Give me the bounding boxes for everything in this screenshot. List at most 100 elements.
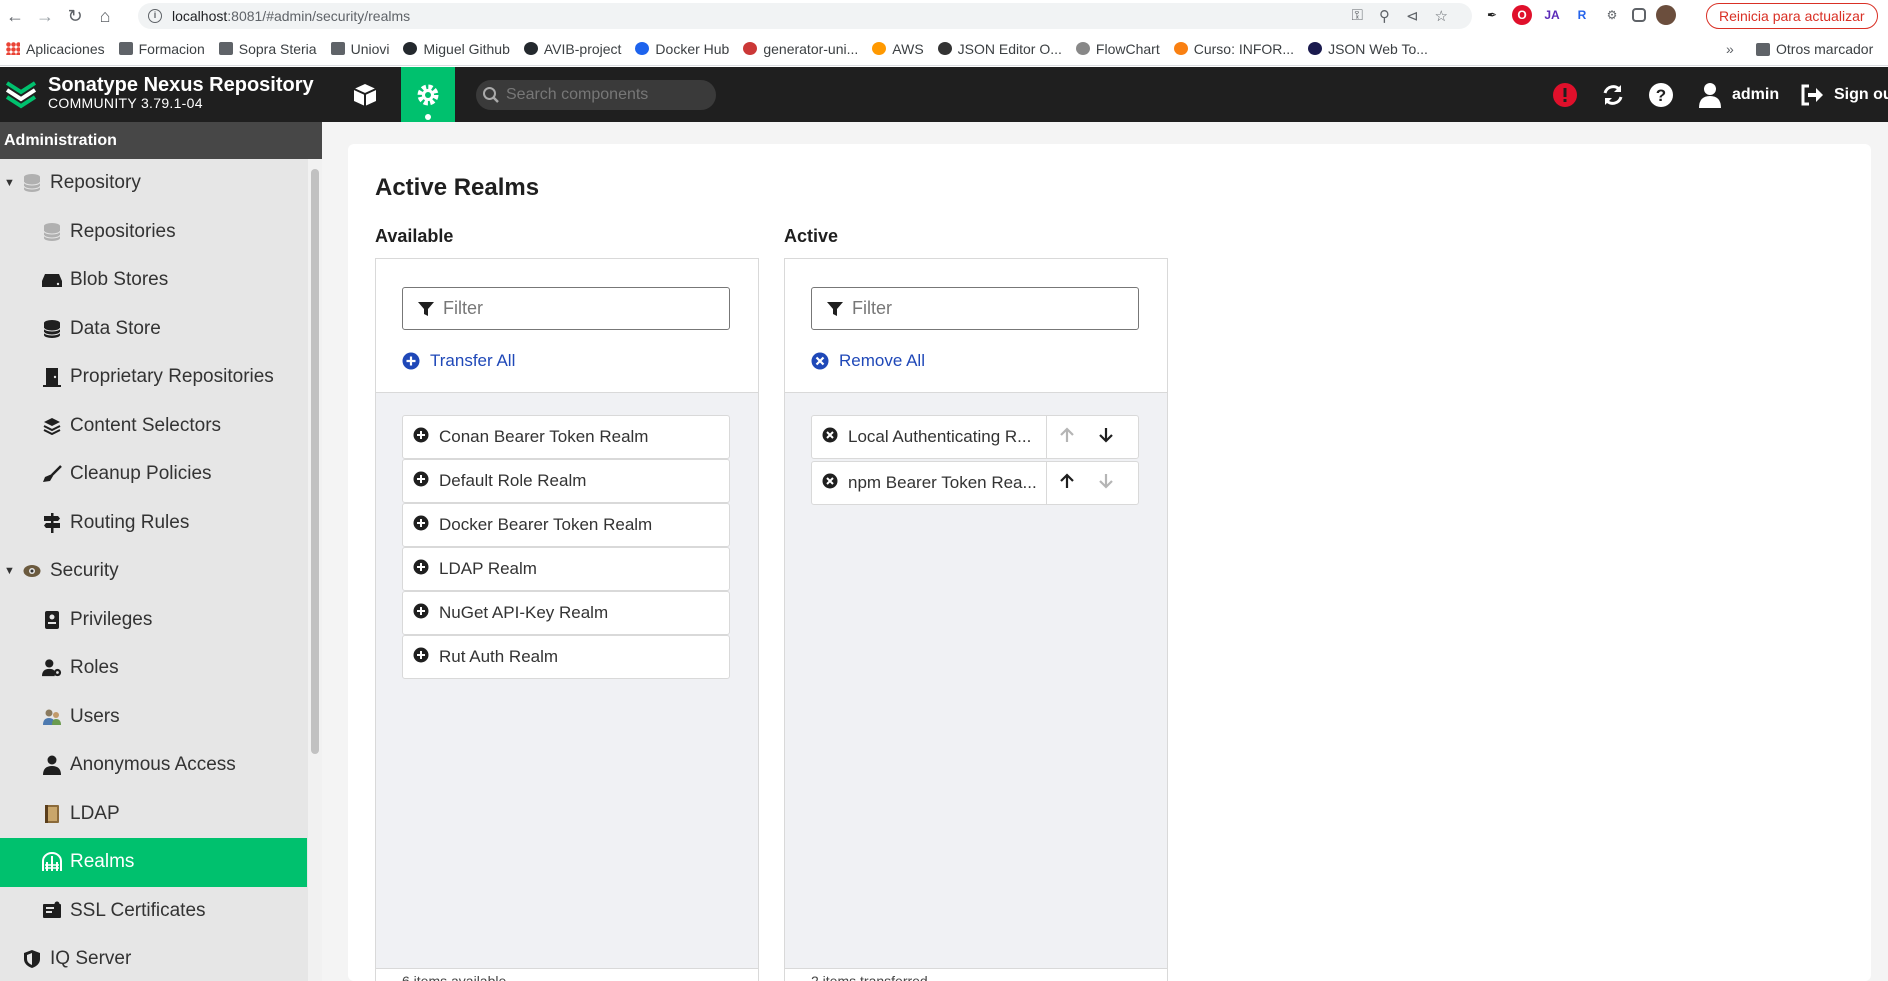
plus-circle-icon[interactable] — [413, 559, 429, 580]
sidebar-item-data-store[interactable]: Data Store — [0, 305, 307, 354]
plus-circle-icon[interactable] — [413, 471, 429, 492]
plus-circle-icon[interactable] — [413, 427, 429, 448]
share-icon[interactable]: ⊲ — [1406, 7, 1419, 25]
sign-out-button[interactable]: Sign out — [1800, 67, 1888, 122]
sidepanel-icon[interactable] — [1632, 8, 1646, 22]
admin-mode-button[interactable] — [401, 67, 455, 122]
sidebar-item-content-selectors[interactable]: Content Selectors — [0, 402, 307, 451]
remove-circle-icon[interactable] — [822, 473, 838, 494]
plus-circle-icon[interactable] — [413, 515, 429, 536]
sidebar-item-privileges[interactable]: Privileges — [0, 596, 307, 645]
caret-down-icon[interactable]: ▼ — [4, 565, 15, 577]
caret-down-icon[interactable]: ▼ — [4, 177, 15, 189]
address-bar[interactable]: i localhost:8081/#admin/security/realms — [138, 3, 1472, 29]
available-realm-item[interactable]: Docker Bearer Token Realm — [402, 503, 730, 547]
bookmark-item[interactable]: Docker Hub — [635, 41, 729, 57]
database-icon — [42, 222, 62, 242]
sidebar-item-proprietary-repositories[interactable]: Proprietary Repositories — [0, 353, 307, 402]
bookmark-item[interactable]: AVIB-project — [523, 41, 621, 57]
users-icon — [42, 707, 62, 727]
sidebar-item-repository[interactable]: ▼ Repository — [0, 159, 307, 208]
available-realms-panel: Transfer All Conan Bearer Token Realm Def… — [375, 258, 759, 981]
active-filter[interactable] — [811, 287, 1139, 330]
available-filter-input[interactable] — [443, 298, 713, 319]
bookmark-item[interactable]: Curso: INFOR... — [1173, 41, 1294, 57]
refresh-button[interactable] — [1600, 67, 1626, 122]
sidebar-item-label: Cleanup Policies — [70, 463, 212, 485]
sidebar-item-cleanup-policies[interactable]: Cleanup Policies — [0, 450, 307, 499]
bookmark-label: JSON Editor O... — [957, 40, 1062, 57]
eyedropper-extension-icon[interactable]: ✒ — [1482, 5, 1502, 25]
opera-extension-icon[interactable]: O — [1512, 5, 1532, 25]
help-button[interactable]: ? — [1648, 67, 1674, 122]
bookmark-item[interactable]: JSON Editor O... — [937, 40, 1062, 57]
move-down-button[interactable] — [1086, 462, 1126, 504]
back-icon[interactable]: ← — [0, 0, 30, 32]
plus-circle-icon[interactable] — [413, 603, 429, 624]
user-menu[interactable]: admin — [1698, 67, 1779, 122]
reload-icon[interactable]: ↻ — [60, 0, 90, 32]
alert-icon — [1553, 82, 1577, 107]
sidebar-item-users[interactable]: Users — [0, 693, 307, 742]
move-up-button[interactable] — [1046, 416, 1086, 458]
available-filter[interactable] — [402, 287, 730, 330]
remove-circle-icon[interactable] — [822, 427, 838, 448]
active-realm-item[interactable]: Local Authenticating R... — [811, 415, 1139, 459]
bookmark-star-icon[interactable]: ☆ — [1435, 7, 1448, 25]
bookmark-item[interactable]: FlowChart — [1075, 41, 1160, 57]
available-realm-item[interactable]: Rut Auth Realm — [402, 635, 730, 679]
puzzle-extension-icon[interactable]: ⚙ — [1602, 5, 1622, 25]
key-icon[interactable]: ⚿ — [1352, 7, 1363, 25]
bookmark-item[interactable]: Sopra Steria — [218, 41, 317, 57]
r-extension-icon[interactable]: R — [1572, 5, 1592, 25]
available-realm-item[interactable]: NuGet API-Key Realm — [402, 591, 730, 635]
profile-avatar[interactable] — [1656, 5, 1676, 25]
update-browser-button[interactable]: Reinicia para actualizar — [1706, 3, 1878, 29]
sidebar-item-iq-server[interactable]: IQ Server — [0, 935, 307, 981]
bookmarks-overflow-button[interactable]: » — [1726, 41, 1734, 57]
available-realm-item[interactable]: Conan Bearer Token Realm — [402, 415, 730, 459]
forward-icon[interactable]: → — [30, 0, 60, 32]
sidebar-item-ssl-certificates[interactable]: SSL Certificates — [0, 887, 307, 936]
bookmark-item[interactable]: Formacion — [118, 41, 205, 57]
bookmark-item[interactable]: JSON Web To... — [1308, 41, 1428, 57]
url-text[interactable]: localhost:8081/#admin/security/realms — [172, 8, 410, 24]
system-alert-button[interactable] — [1552, 67, 1578, 122]
sidebar-item-blob-stores[interactable]: Blob Stores — [0, 256, 307, 305]
home-icon[interactable]: ⌂ — [90, 0, 120, 32]
available-realm-item[interactable]: Default Role Realm — [402, 459, 730, 503]
sidebar-item-roles[interactable]: Roles — [0, 644, 307, 693]
bookmark-item[interactable]: AWS — [872, 41, 924, 57]
sidebar-item-anonymous-access[interactable]: Anonymous Access — [0, 741, 307, 790]
sidebar-item-repositories[interactable]: Repositories — [0, 208, 307, 257]
sidebar-item-security[interactable]: ▼ Security — [0, 547, 307, 596]
other-bookmarks-folder[interactable]: Otros marcador — [1756, 32, 1873, 65]
browse-mode-button[interactable] — [338, 67, 392, 122]
active-realm-item[interactable]: npm Bearer Token Rea... — [811, 461, 1139, 505]
bookmark-item[interactable]: Uniovi — [330, 41, 389, 57]
remove-all-button[interactable]: Remove All — [811, 351, 925, 371]
search-components[interactable] — [476, 80, 716, 110]
jira-extension-icon[interactable]: JA — [1542, 5, 1562, 25]
sidebar-scroll-thumb[interactable] — [311, 169, 319, 754]
plus-circle-icon — [402, 352, 420, 370]
bookmark-item[interactable]: Aplicaciones — [6, 41, 105, 57]
bookmark-item[interactable]: generator-uni... — [743, 41, 858, 57]
sidebar-item-label: Users — [70, 705, 120, 727]
bookmark-item[interactable]: Miguel Github — [403, 41, 510, 57]
active-filter-input[interactable] — [852, 298, 1122, 319]
transfer-all-button[interactable]: Transfer All — [402, 351, 515, 371]
move-up-button[interactable] — [1046, 462, 1086, 504]
brand[interactable]: Sonatype Nexus Repository COMMUNITY 3.79… — [4, 75, 314, 111]
plus-circle-icon[interactable] — [413, 647, 429, 668]
available-realm-item[interactable]: LDAP Realm — [402, 547, 730, 591]
sidebar-scrollbar[interactable] — [308, 159, 322, 981]
sidebar-item-realms[interactable]: Realms — [0, 838, 307, 887]
zoom-icon[interactable]: ⚲ — [1379, 7, 1390, 25]
sidebar-item-label: Roles — [70, 657, 119, 679]
sidebar-item-ldap[interactable]: LDAP — [0, 790, 307, 839]
search-input[interactable] — [506, 86, 696, 104]
site-info-icon[interactable]: i — [148, 9, 162, 23]
move-down-button[interactable] — [1086, 416, 1126, 458]
sidebar-item-routing-rules[interactable]: Routing Rules — [0, 499, 307, 548]
